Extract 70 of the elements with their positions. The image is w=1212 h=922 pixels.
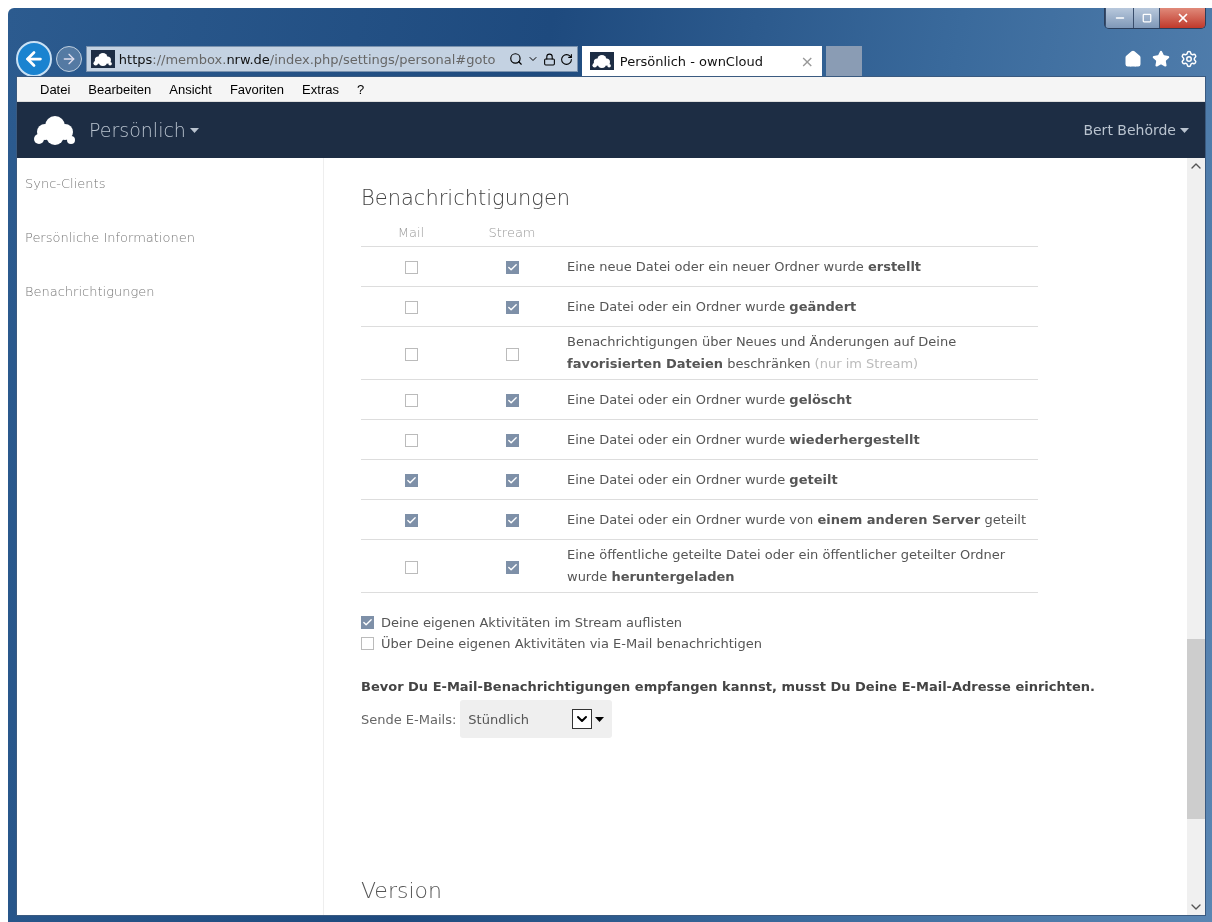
notification-label: Eine öffentliche geteilte Datei oder ein öffentlicher geteilter Ordner wurde heruntergeladen <box>567 547 1006 584</box>
notification-label: Eine Datei oder ein Ordner wurde geändert <box>567 298 857 314</box>
menu-item[interactable]: Favoriten <box>220 81 294 97</box>
checkbox[interactable] <box>505 347 519 361</box>
sidebar-item[interactable]: Sync-Clients <box>17 176 323 230</box>
checkbox[interactable] <box>505 434 519 447</box>
section-title: Version <box>361 878 443 903</box>
scroll-thumb[interactable] <box>1187 639 1205 819</box>
home-icon[interactable] <box>1124 50 1142 68</box>
notification-label: Eine Datei oder ein Ordner wurde geteilt <box>567 471 838 487</box>
lock-icon <box>543 52 556 66</box>
warning-text: Bevor Du E-Mail-Benachrichtigungen empfangen kannst, musst Du Deine E-Mail-Adresse einrichten. <box>361 679 1096 694</box>
sidebar-item[interactable]: Benachrichtigungen <box>17 284 323 338</box>
checkbox[interactable] <box>404 261 418 274</box>
menu-item[interactable]: Bearbeiten <box>79 81 161 97</box>
logo-icon <box>33 114 77 146</box>
caret-icon <box>595 716 605 722</box>
forward-button[interactable] <box>56 46 82 72</box>
back-button[interactable] <box>16 41 52 77</box>
checkbox[interactable] <box>505 394 519 407</box>
field-label: Sende E-Mails: <box>361 711 457 727</box>
caret-icon <box>189 127 199 133</box>
address-field[interactable]: https://membox.nrw.de/index.php/settings/personal#goto <box>86 46 578 72</box>
checkbox[interactable] <box>361 616 374 629</box>
arrow-right-icon <box>61 51 77 67</box>
notification-label: Eine neue Datei oder ein neuer Ordner wurde erstellt <box>567 258 922 274</box>
minimize-button[interactable] <box>1105 8 1133 28</box>
checkbox[interactable] <box>505 261 519 274</box>
column-header: Stream <box>461 218 563 247</box>
refresh-icon[interactable] <box>560 52 573 66</box>
checkbox[interactable] <box>404 434 418 447</box>
menu-item[interactable]: ? <box>347 81 374 97</box>
maximize-button[interactable] <box>1133 8 1159 28</box>
checkbox[interactable] <box>505 474 519 487</box>
site-icon <box>91 49 115 69</box>
sidebar-item[interactable]: Persönliche Informationen <box>17 230 323 284</box>
notification-label: Benachrichtigungen über Neues und Änderungen auf Deine favorisierten Dateien beschränken (nur im Stream) <box>567 334 957 371</box>
frequency-select[interactable]: Stündlich <box>460 700 613 738</box>
user-menu-button[interactable]: Bert Behörde <box>1083 122 1189 138</box>
scrollbar[interactable] <box>1187 158 1205 915</box>
caret-icon <box>1180 127 1189 133</box>
browser-tab[interactable]: Persönlich - ownCloud × <box>582 46 822 76</box>
menu-item[interactable]: Datei <box>31 81 80 97</box>
settings-icon[interactable] <box>1180 50 1198 68</box>
checkbox[interactable] <box>404 474 418 487</box>
notification-label: Eine Datei oder ein Ordner wurde wiederhergestellt <box>567 431 920 447</box>
section-title: Benachrichtigungen <box>361 186 572 210</box>
site-icon <box>590 51 614 71</box>
checkbox[interactable] <box>404 560 418 574</box>
app-menu-button[interactable]: Persönlich <box>89 119 199 141</box>
checkbox[interactable] <box>404 301 418 314</box>
checkbox[interactable] <box>404 514 418 527</box>
column-header: Mail <box>361 218 461 247</box>
checkbox[interactable] <box>404 394 418 407</box>
option-label: Über Deine eigenen Aktivitäten via E-Mail benachrichtigen <box>381 636 762 651</box>
checkbox[interactable] <box>505 301 519 314</box>
search-icon[interactable] <box>509 52 523 66</box>
notification-label: Eine Datei oder ein Ordner wurde gelöscht <box>567 391 852 407</box>
notification-label: Eine Datei oder ein Ordner wurde von einem anderen Server geteilt <box>567 511 1027 527</box>
close-button[interactable] <box>1159 8 1205 28</box>
menu-item[interactable]: Ansicht <box>160 81 221 97</box>
checkbox[interactable] <box>505 560 519 574</box>
checkbox[interactable] <box>361 637 374 650</box>
checkbox[interactable] <box>404 347 418 361</box>
maximize-icon <box>1141 13 1152 23</box>
option-label: Deine eigenen Aktivitäten im Stream auflisten <box>381 615 683 630</box>
checkbox[interactable] <box>505 514 519 527</box>
star-icon[interactable] <box>1152 50 1170 68</box>
menu-item[interactable]: Extras <box>293 81 348 97</box>
dropdown-icon <box>572 709 593 729</box>
